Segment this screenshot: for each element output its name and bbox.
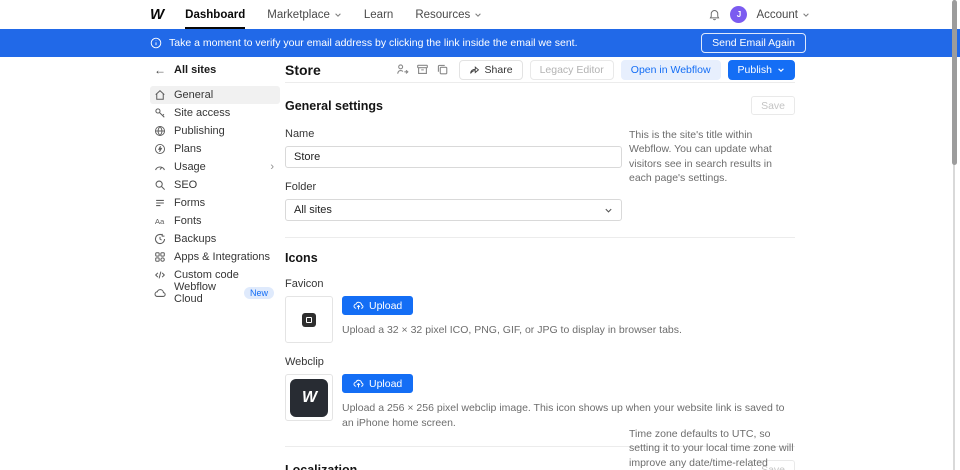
transfer-site-icon[interactable] <box>396 63 409 76</box>
account-menu[interactable]: Account <box>756 9 810 21</box>
timezone-help-text: Time zone defaults to UTC, so setting it… <box>629 427 795 470</box>
general-save-button[interactable]: Save <box>751 96 795 115</box>
main-content: Store Share Legacy Editor Open in Webflo… <box>285 57 795 470</box>
webclip-preview: W <box>285 374 333 421</box>
scrollbar-thumb[interactable] <box>952 0 957 165</box>
webclip-webflow-logo-image: W <box>290 379 328 417</box>
key-icon <box>154 107 166 119</box>
webclip-upload-button[interactable]: Upload <box>342 374 413 393</box>
section-title: General settings <box>285 99 383 113</box>
user-avatar[interactable]: J <box>730 6 747 23</box>
info-icon <box>150 37 162 49</box>
site-name-input[interactable] <box>285 146 622 168</box>
default-favicon-image <box>302 313 316 327</box>
webclip-help-text: Upload a 256 × 256 pixel webclip image. … <box>342 401 795 430</box>
webflow-logo-icon[interactable]: W <box>150 6 163 23</box>
code-icon <box>154 269 166 281</box>
publish-button[interactable]: Publish <box>728 60 795 80</box>
chevron-down-icon <box>604 206 613 215</box>
upload-cloud-icon <box>353 378 364 389</box>
gauge-icon <box>154 161 166 173</box>
sidebar-item-general[interactable]: General <box>150 86 280 104</box>
notifications-bell-icon[interactable] <box>708 8 721 22</box>
send-email-again-button[interactable]: Send Email Again <box>701 33 806 53</box>
back-arrow-icon: ← <box>154 63 166 77</box>
favicon-upload-button[interactable]: Upload <box>342 296 413 315</box>
sidebar-item-site-access[interactable]: Site access <box>150 104 280 122</box>
duplicate-icon[interactable] <box>436 63 449 76</box>
folder-select[interactable]: All sites <box>285 199 622 221</box>
svg-text:Aa: Aa <box>155 217 165 226</box>
section-title: Localization <box>285 463 357 470</box>
banner-message: Take a moment to verify your email addre… <box>169 37 578 49</box>
sidebar-item-fonts[interactable]: Aa Fonts <box>150 212 280 230</box>
nav-item-learn[interactable]: Learn <box>364 0 393 29</box>
site-header: Store Share Legacy Editor Open in Webflo… <box>285 57 795 83</box>
section-divider <box>285 237 795 238</box>
sidebar-item-webflow-cloud[interactable]: Webflow Cloud New <box>150 284 280 302</box>
favicon-label: Favicon <box>285 278 795 290</box>
sidebar-item-plans[interactable]: Plans <box>150 140 280 158</box>
name-help-text: This is the site's title within Webflow.… <box>629 128 795 186</box>
settings-sidebar: ← All sites General Site access Publishi… <box>150 57 280 302</box>
sidebar-item-usage[interactable]: Usage › <box>150 158 280 176</box>
chevron-right-icon: › <box>270 161 274 173</box>
sidebar-item-backups[interactable]: Backups <box>150 230 280 248</box>
sidebar-item-publishing[interactable]: Publishing <box>150 122 280 140</box>
sidebar-item-forms[interactable]: Forms <box>150 194 280 212</box>
top-nav: W Dashboard Marketplace Learn Resources … <box>0 0 960 29</box>
open-in-webflow-button[interactable]: Open in Webflow <box>621 60 721 80</box>
chevron-down-icon <box>777 66 785 74</box>
apps-icon <box>154 251 166 263</box>
upload-cloud-icon <box>353 300 364 311</box>
fonts-icon: Aa <box>154 215 166 227</box>
section-title: Icons <box>285 251 318 265</box>
share-button[interactable]: Share <box>459 60 523 80</box>
page-title: Store <box>285 62 321 78</box>
general-settings-header: General settings Save <box>285 96 795 115</box>
sidebar-item-apps-integrations[interactable]: Apps & Integrations <box>150 248 280 266</box>
favicon-help-text: Upload a 32 × 32 pixel ICO, PNG, GIF, or… <box>342 323 682 338</box>
webclip-label: Webclip <box>285 356 795 368</box>
search-icon <box>154 179 166 191</box>
chevron-down-icon <box>334 11 342 19</box>
plans-icon <box>154 143 166 155</box>
icons-header: Icons <box>285 251 795 265</box>
cloud-icon <box>154 287 166 299</box>
home-icon <box>154 89 166 101</box>
nav-item-resources[interactable]: Resources <box>415 0 482 29</box>
chevron-down-icon <box>802 11 810 19</box>
nav-item-dashboard[interactable]: Dashboard <box>185 0 245 29</box>
new-badge: New <box>244 287 274 299</box>
sidebar-item-seo[interactable]: SEO <box>150 176 280 194</box>
history-icon <box>154 233 166 245</box>
chevron-down-icon <box>474 11 482 19</box>
webflow-site-settings-page: W Dashboard Marketplace Learn Resources … <box>0 0 960 470</box>
favicon-preview <box>285 296 333 343</box>
legacy-editor-button[interactable]: Legacy Editor <box>530 60 614 80</box>
globe-icon <box>154 125 166 137</box>
email-verification-banner: Take a moment to verify your email addre… <box>0 29 960 57</box>
forms-icon <box>154 197 166 209</box>
nav-item-marketplace[interactable]: Marketplace <box>267 0 342 29</box>
back-to-all-sites[interactable]: ← All sites <box>150 57 280 83</box>
archive-icon[interactable] <box>416 63 429 76</box>
share-arrow-icon <box>469 64 480 75</box>
